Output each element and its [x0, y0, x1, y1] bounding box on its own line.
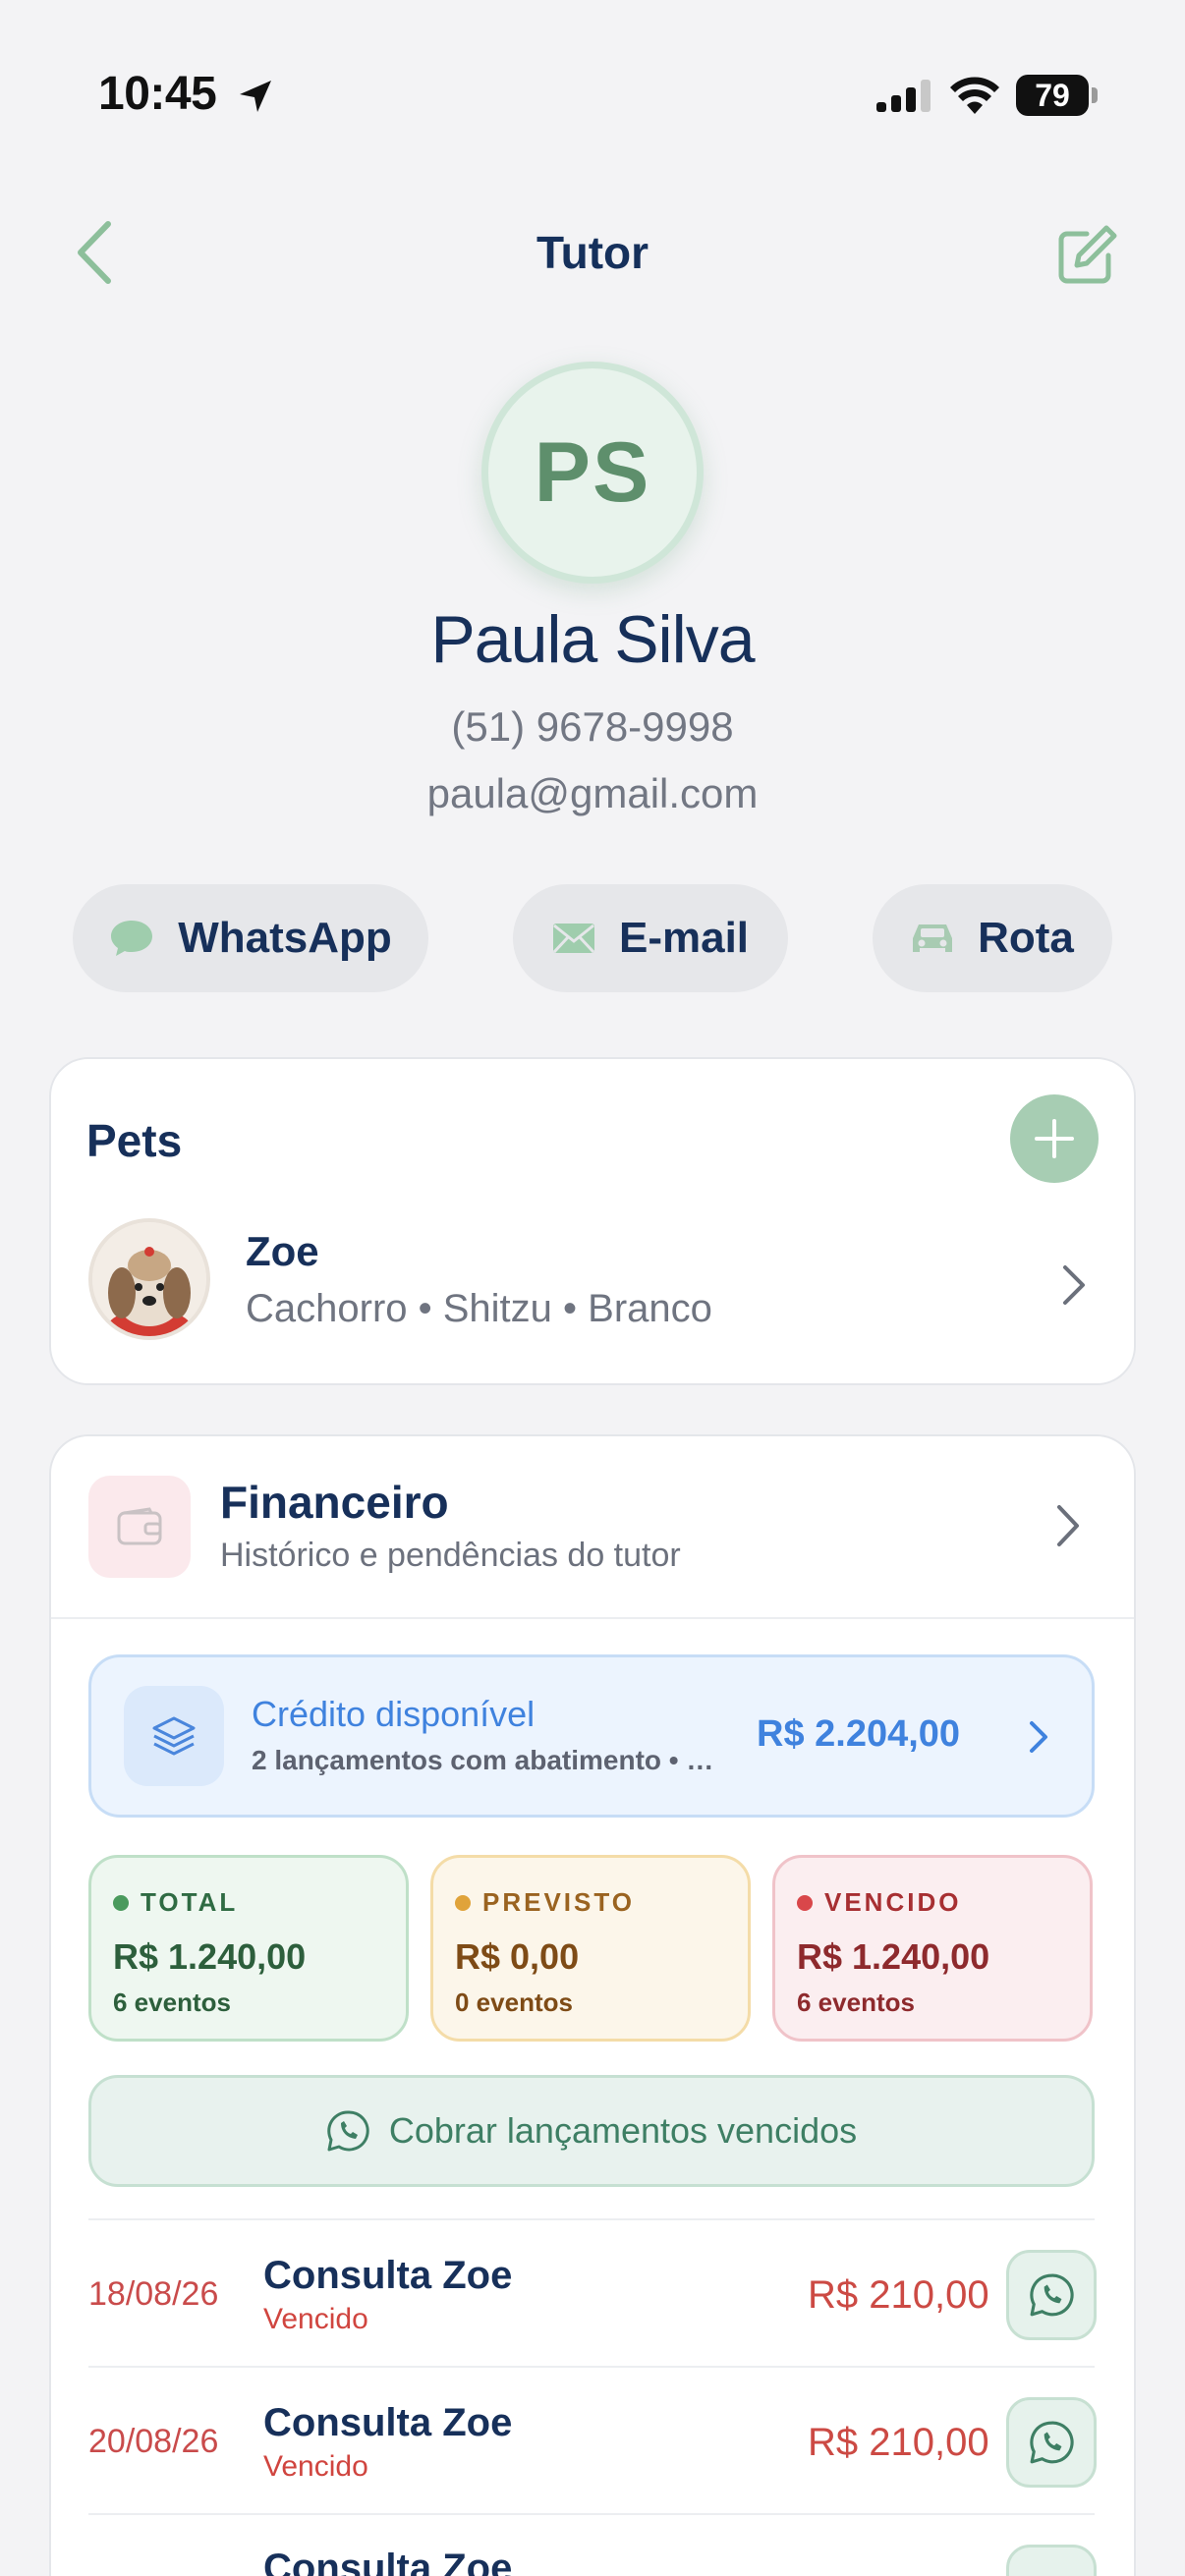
charge-overdue-button[interactable]: Cobrar lançamentos vencidos: [88, 2075, 1095, 2187]
whatsapp-label: WhatsApp: [178, 914, 392, 962]
status-dot: [797, 1894, 813, 1911]
whatsapp-icon: [1030, 2273, 1074, 2317]
stat-total-card[interactable]: TOTAL R$ 1.240,00 6 eventos: [88, 1855, 409, 2042]
credit-amount: R$ 2.204,00: [757, 1713, 961, 1755]
plus-icon: [1035, 1119, 1074, 1158]
entry-amount: R$ 210,00: [808, 2273, 989, 2317]
entry-title[interactable]: Consulta Zoe: [263, 2254, 512, 2298]
route-label: Rota: [978, 914, 1074, 962]
stat-total-label: TOTAL: [141, 1887, 239, 1917]
divider: [88, 2218, 1095, 2220]
whatsapp-icon: [327, 2110, 369, 2152]
entry-amount: R$ 210,00: [808, 2421, 989, 2464]
pet-photo: [88, 1218, 210, 1340]
entry-whatsapp-button[interactable]: [1006, 2250, 1097, 2340]
stat-total-value: R$ 1.240,00: [113, 1936, 307, 1977]
layers-icon: [124, 1686, 224, 1786]
stat-vencido-value: R$ 1.240,00: [797, 1936, 990, 1977]
stat-vencido-card[interactable]: VENCIDO R$ 1.240,00 6 eventos: [772, 1855, 1093, 2042]
stat-previsto-label: PREVISTO: [482, 1887, 636, 1917]
divider: [51, 1617, 1134, 1619]
pet-name[interactable]: Zoe: [246, 1228, 319, 1275]
entry-title[interactable]: Consulta Zoe: [263, 2547, 512, 2576]
divider: [88, 2366, 1095, 2368]
stat-vencido-label: VENCIDO: [824, 1887, 962, 1917]
entry-status: Vencido: [263, 2303, 368, 2335]
stat-previsto-card[interactable]: PREVISTO R$ 0,00 0 eventos: [430, 1855, 751, 2042]
entry-whatsapp-button[interactable]: [1006, 2397, 1097, 2488]
page-title: Tutor: [536, 227, 649, 278]
car-icon: [913, 924, 953, 952]
status-dot: [113, 1894, 129, 1911]
credit-title: Crédito disponível: [252, 1694, 536, 1734]
tutor-email: paula@gmail.com: [426, 770, 759, 816]
chevron-right-icon[interactable]: [1028, 1719, 1049, 1755]
stat-total-count: 6 eventos: [113, 1988, 231, 2017]
edit-icon[interactable]: [1053, 224, 1118, 289]
chevron-right-icon[interactable]: [1053, 1503, 1083, 1548]
entry-date: 20/08/26: [88, 2423, 219, 2460]
finance-subtitle: Histórico e pendências do tutor: [220, 1537, 681, 1574]
envelope-icon: [552, 924, 595, 954]
chevron-right-icon[interactable]: [1059, 1263, 1089, 1307]
whatsapp-icon: [1030, 2421, 1074, 2464]
stat-previsto-count: 0 eventos: [455, 1988, 573, 2017]
stat-previsto-value: R$ 0,00: [455, 1936, 580, 1977]
email-label: E-mail: [618, 914, 750, 962]
credit-subtitle: 2 lançamentos com abatimento • 2 lançame…: [252, 1745, 723, 1775]
charge-overdue-label: Cobrar lançamentos vencidos: [388, 2110, 858, 2151]
email-button[interactable]: E-mail: [513, 884, 788, 992]
status-dot: [455, 1894, 471, 1911]
tutor-name: Paula Silva: [430, 602, 755, 677]
cellular-signal-icon: [876, 80, 931, 112]
chat-bubble-icon: [111, 921, 153, 956]
divider: [88, 2513, 1095, 2515]
entry-status: Vencido: [263, 2450, 368, 2483]
pets-card: [49, 1057, 1136, 1385]
stat-vencido-count: 6 eventos: [797, 1988, 915, 2017]
route-button[interactable]: Rota: [873, 884, 1112, 992]
tutor-phone: (51) 9678-9998: [451, 703, 734, 750]
entry-date: 18/08/26: [88, 2275, 219, 2313]
entry-whatsapp-button[interactable]: [1006, 2545, 1097, 2576]
battery-level: 79: [1016, 75, 1089, 116]
entry-title[interactable]: Consulta Zoe: [263, 2401, 512, 2445]
add-pet-button[interactable]: [1010, 1094, 1099, 1183]
whatsapp-button[interactable]: WhatsApp: [73, 884, 428, 992]
avatar: PS: [481, 362, 704, 584]
location-arrow-icon: [240, 81, 271, 112]
wifi-icon: [950, 77, 999, 114]
status-time: 10:45: [98, 68, 217, 120]
finance-title[interactable]: Financeiro: [220, 1476, 449, 1529]
pet-details: Cachorro • Shitzu • Branco: [246, 1287, 712, 1330]
wallet-icon: [88, 1476, 191, 1578]
pets-section-title: Pets: [86, 1115, 183, 1166]
battery-icon: 79: [1016, 75, 1099, 116]
